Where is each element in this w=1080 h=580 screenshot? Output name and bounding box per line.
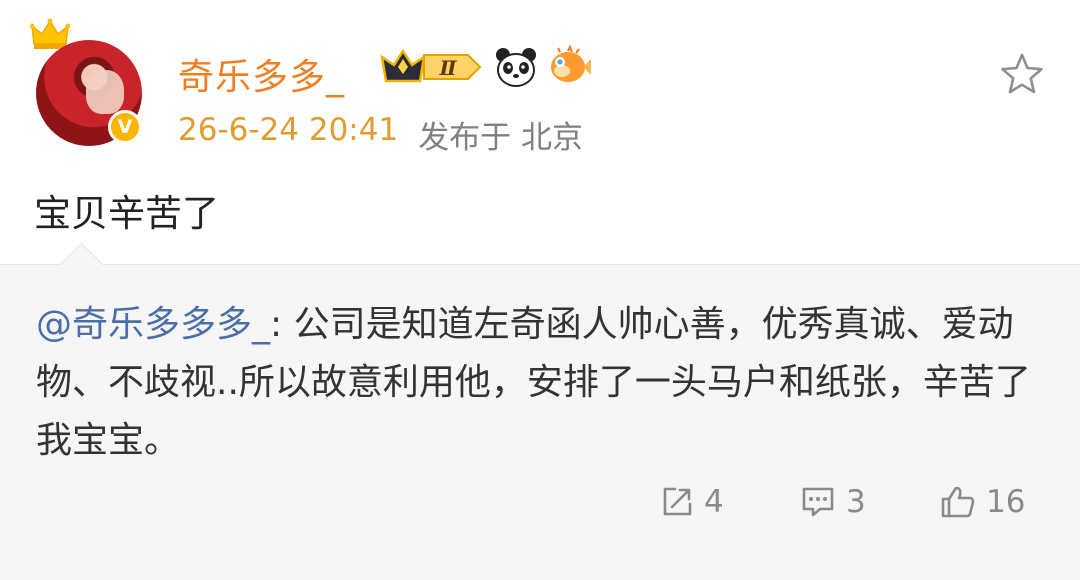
post-time: 26-6-24 20:41 xyxy=(178,112,399,148)
avatar-container[interactable]: V xyxy=(30,18,150,148)
star-icon[interactable] xyxy=(998,50,1046,98)
share-icon xyxy=(663,487,692,516)
comment-icon xyxy=(802,487,834,517)
username[interactable]: 奇乐多多_ xyxy=(178,48,345,100)
comment-button[interactable]: 3 xyxy=(800,484,866,520)
share-button[interactable]: 4 xyxy=(660,484,724,520)
share-count: 4 xyxy=(704,484,724,520)
badge-row: Ⅱ xyxy=(376,45,592,89)
comment-count: 3 xyxy=(846,484,866,520)
like-count: 16 xyxy=(986,484,1026,520)
action-bar: 4 3 16 xyxy=(0,484,1080,528)
panda-icon xyxy=(496,48,536,87)
repost-text[interactable]: @奇乐多多多_: 公司是知道左奇函人帅心善，优秀真诚、爱动物、不歧视..所以故意… xyxy=(36,296,1046,470)
post-card: V 奇乐多多_ Ⅱ 26-6-24 20:41 发布于 北京 宝贝辛苦了 xyxy=(0,0,1080,265)
verified-icon: V xyxy=(108,110,142,144)
vip-level-text: Ⅱ xyxy=(439,56,458,80)
post-text: 宝贝辛苦了 xyxy=(34,192,219,235)
like-icon xyxy=(941,486,975,518)
post-meta: 26-6-24 20:41 发布于 北京 xyxy=(178,112,583,157)
mention-link[interactable]: @奇乐多多多_ xyxy=(36,304,270,345)
pufferfish-icon xyxy=(551,45,591,82)
post-location: 发布于 北京 xyxy=(418,120,584,156)
vip-crown-badge-icon: Ⅱ xyxy=(380,48,482,83)
like-button[interactable]: 16 xyxy=(940,484,1025,520)
